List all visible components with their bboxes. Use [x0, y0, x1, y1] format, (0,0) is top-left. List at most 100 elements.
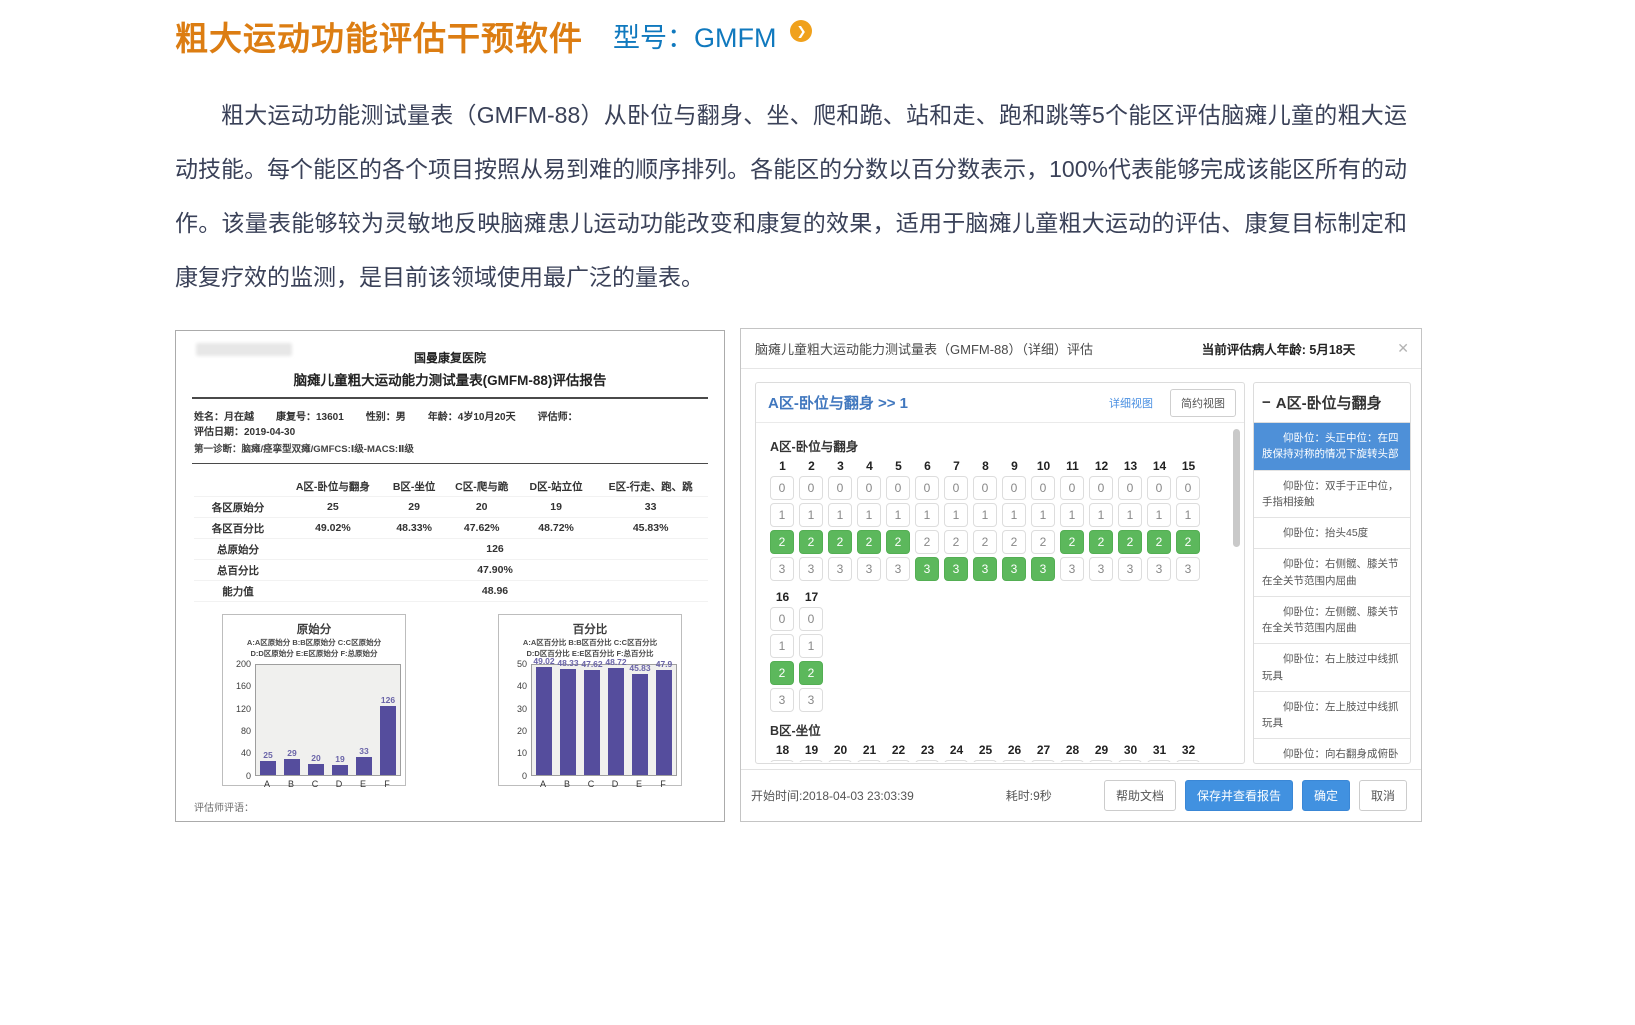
list-item[interactable]: 仰卧位：左上肢过中线抓玩具 — [1254, 692, 1410, 740]
score-button[interactable]: 2 — [1176, 530, 1200, 554]
score-button[interactable]: 2 — [770, 530, 794, 554]
score-button[interactable]: 2 — [1060, 530, 1084, 554]
score-button[interactable]: 0 — [1060, 760, 1084, 762]
score-button[interactable]: 0 — [1002, 760, 1026, 762]
score-button[interactable]: 3 — [1060, 557, 1084, 581]
score-button[interactable]: 2 — [857, 530, 881, 554]
score-button[interactable]: 0 — [944, 760, 968, 762]
score-button[interactable]: 2 — [973, 530, 997, 554]
score-button[interactable]: 0 — [857, 760, 881, 762]
footer-button-primary[interactable]: 保存并查看报告 — [1185, 780, 1293, 811]
score-button[interactable]: 2 — [1089, 530, 1113, 554]
list-item[interactable]: 仰卧位：头正中位：在四肢保持对称的情况下旋转头部 — [1254, 423, 1410, 471]
scrollbar[interactable] — [1233, 429, 1240, 547]
score-button[interactable]: 2 — [944, 530, 968, 554]
score-button[interactable]: 1 — [1147, 503, 1171, 527]
score-button[interactable]: 0 — [828, 760, 852, 762]
score-button[interactable]: 1 — [1176, 503, 1200, 527]
score-button[interactable]: 2 — [886, 530, 910, 554]
score-button[interactable]: 1 — [1118, 503, 1142, 527]
score-button[interactable]: 2 — [1031, 530, 1055, 554]
score-button[interactable]: 3 — [799, 557, 823, 581]
score-button[interactable]: 0 — [886, 760, 910, 762]
score-button[interactable]: 3 — [915, 557, 939, 581]
view-tab-detailed[interactable]: 详细视图 — [1098, 389, 1164, 417]
score-button[interactable]: 0 — [973, 760, 997, 762]
score-button[interactable]: 3 — [1031, 557, 1055, 581]
score-button[interactable]: 0 — [770, 607, 794, 631]
list-item[interactable]: 仰卧位：双手于正中位，手指相接触 — [1254, 471, 1410, 519]
score-button[interactable]: 1 — [915, 503, 939, 527]
close-icon[interactable]: ✕ — [1397, 340, 1409, 357]
score-button[interactable]: 1 — [886, 503, 910, 527]
score-button[interactable]: 0 — [1060, 476, 1084, 500]
score-button[interactable]: 0 — [857, 476, 881, 500]
score-button[interactable]: 1 — [1031, 503, 1055, 527]
score-button[interactable]: 2 — [770, 661, 794, 685]
list-item[interactable]: 仰卧位：左侧髋、膝关节在全关节范围内屈曲 — [1254, 597, 1410, 645]
score-button[interactable]: 0 — [770, 476, 794, 500]
score-button[interactable]: 1 — [857, 503, 881, 527]
score-button[interactable]: 1 — [799, 503, 823, 527]
score-button[interactable]: 3 — [1002, 557, 1026, 581]
score-button[interactable]: 0 — [770, 760, 794, 762]
score-button[interactable]: 0 — [828, 476, 852, 500]
score-button[interactable]: 0 — [944, 476, 968, 500]
score-button[interactable]: 2 — [799, 530, 823, 554]
footer-button-default[interactable]: 取消 — [1359, 780, 1407, 811]
score-button[interactable]: 1 — [770, 634, 794, 658]
score-button[interactable]: 0 — [1176, 760, 1200, 762]
footer-button-primary[interactable]: 确定 — [1302, 780, 1350, 811]
list-item[interactable]: 仰卧位：右上肢过中线抓玩具 — [1254, 644, 1410, 692]
score-button[interactable]: 0 — [1089, 760, 1113, 762]
score-button[interactable]: 1 — [1002, 503, 1026, 527]
score-button[interactable]: 3 — [770, 557, 794, 581]
score-button[interactable]: 0 — [1118, 476, 1142, 500]
score-button[interactable]: 0 — [799, 476, 823, 500]
score-button[interactable]: 0 — [799, 607, 823, 631]
score-button[interactable]: 0 — [1089, 476, 1113, 500]
score-button[interactable]: 3 — [1147, 557, 1171, 581]
score-button[interactable]: 0 — [915, 760, 939, 762]
score-button[interactable]: 3 — [799, 688, 823, 712]
score-button[interactable]: 0 — [1031, 760, 1055, 762]
score-button[interactable]: 3 — [1176, 557, 1200, 581]
score-button[interactable]: 3 — [770, 688, 794, 712]
score-button[interactable]: 3 — [828, 557, 852, 581]
arrow-icon[interactable]: ❯ — [790, 20, 812, 42]
score-button[interactable]: 0 — [1031, 476, 1055, 500]
score-button[interactable]: 1 — [1089, 503, 1113, 527]
item-list-header[interactable]: − A区-卧位与翻身 — [1254, 383, 1410, 423]
score-button[interactable]: 2 — [915, 530, 939, 554]
view-tab-simple[interactable]: 简约视图 — [1170, 389, 1236, 417]
score-button[interactable]: 1 — [799, 634, 823, 658]
list-item[interactable]: 仰卧位：抬头45度 — [1254, 518, 1410, 549]
score-button[interactable]: 2 — [1002, 530, 1026, 554]
score-button[interactable]: 0 — [886, 476, 910, 500]
score-button[interactable]: 0 — [973, 476, 997, 500]
score-button[interactable]: 0 — [1002, 476, 1026, 500]
footer-button-default[interactable]: 帮助文档 — [1104, 780, 1176, 811]
score-button[interactable]: 0 — [1118, 760, 1142, 762]
score-button[interactable]: 1 — [973, 503, 997, 527]
score-button[interactable]: 3 — [886, 557, 910, 581]
list-item[interactable]: 仰卧位：向右翻身成俯卧位 — [1254, 739, 1410, 764]
score-button[interactable]: 0 — [915, 476, 939, 500]
score-button[interactable]: 3 — [944, 557, 968, 581]
score-button[interactable]: 2 — [1147, 530, 1171, 554]
score-button[interactable]: 0 — [1176, 476, 1200, 500]
score-button[interactable]: 3 — [973, 557, 997, 581]
collapse-icon[interactable]: − — [1262, 394, 1271, 411]
score-button[interactable]: 3 — [1089, 557, 1113, 581]
score-button[interactable]: 2 — [799, 661, 823, 685]
score-button[interactable]: 1 — [828, 503, 852, 527]
score-button[interactable]: 2 — [1118, 530, 1142, 554]
score-button[interactable]: 2 — [828, 530, 852, 554]
score-button[interactable]: 0 — [1147, 760, 1171, 762]
score-button[interactable]: 1 — [1060, 503, 1084, 527]
score-button[interactable]: 1 — [944, 503, 968, 527]
score-button[interactable]: 0 — [799, 760, 823, 762]
score-button[interactable]: 0 — [1147, 476, 1171, 500]
score-button[interactable]: 3 — [1118, 557, 1142, 581]
score-button[interactable]: 1 — [770, 503, 794, 527]
